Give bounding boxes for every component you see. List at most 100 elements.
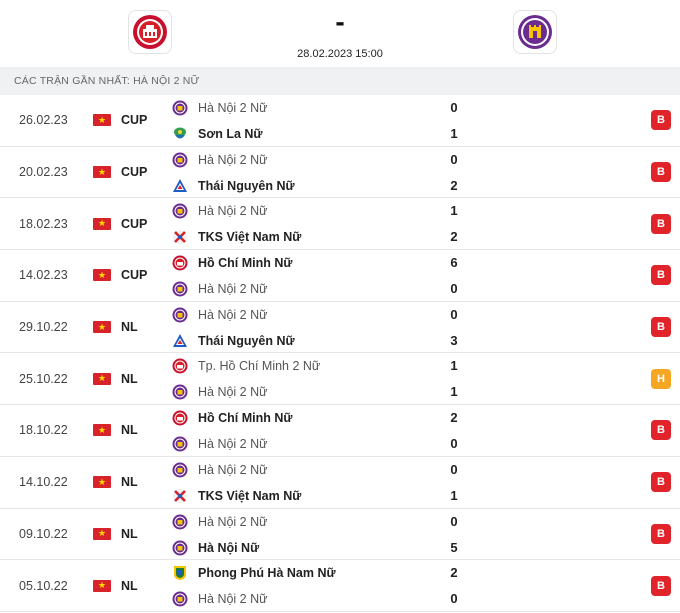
away-score: 2: [450, 177, 458, 193]
tks-logo-icon: [171, 229, 188, 246]
home-team[interactable]: Hà Nội 2 Nữ: [171, 305, 268, 325]
away-score: 3: [450, 332, 458, 348]
home-score: 0: [450, 151, 458, 167]
match-row[interactable]: 18.02.23 ★ CUP Hà Nội 2 Nữ TKS Việt Nam …: [0, 198, 680, 251]
hanoi-logo-icon: [171, 591, 188, 608]
away-team[interactable]: Hà Nội 2 Nữ: [171, 434, 268, 454]
competition-label: NL: [121, 526, 138, 541]
competition-label: NL: [121, 475, 138, 490]
match-row[interactable]: 25.10.22 ★ NL Tp. Hồ Chí Minh 2 Nữ Hà Nộ…: [0, 353, 680, 406]
competition-label: CUP: [121, 165, 148, 180]
competition-label: NL: [121, 423, 138, 438]
match-row[interactable]: 14.10.22 ★ NL Hà Nội 2 Nữ TKS Việt Nam N…: [0, 456, 680, 509]
hcm-logo-icon: [171, 255, 188, 272]
result-badge: H: [651, 368, 671, 389]
away-team[interactable]: Hà Nội 2 Nữ: [171, 589, 268, 609]
result-badge: B: [651, 213, 671, 234]
home-team-name: Phong Phú Hà Nam Nữ: [198, 566, 336, 581]
home-score: 0: [450, 100, 458, 115]
hanoi-logo-icon: [171, 513, 188, 530]
home-team[interactable]: Hà Nội 2 Nữ: [171, 150, 268, 170]
match-row[interactable]: 20.02.23 ★ CUP Hà Nội 2 Nữ Thái Nguyên N…: [0, 146, 680, 199]
thainguyen-logo-icon: [171, 332, 188, 349]
home-team[interactable]: Tp. Hồ Chí Minh 2 Nữ: [171, 356, 320, 376]
away-team-name: Hà Nội 2 Nữ: [198, 282, 268, 297]
home-team-name: Hồ Chí Minh Nữ: [198, 256, 293, 271]
recent-matches-list: 26.02.23 ★ CUP Hà Nội 2 Nữ Sơn La Nữ 0 1…: [0, 95, 680, 612]
hanoi-logo-icon: [171, 281, 188, 298]
hanoi-logo-icon: [171, 306, 188, 323]
home-team[interactable]: Hồ Chí Minh Nữ: [171, 253, 292, 273]
away-team-name: Hà Nội 2 Nữ: [198, 592, 268, 607]
home-score: 1: [450, 358, 458, 374]
competition-label: CUP: [121, 268, 148, 283]
away-score: 1: [450, 126, 458, 141]
result-badge: B: [651, 472, 671, 493]
away-team[interactable]: Thái Nguyên Nữ: [171, 176, 295, 196]
away-team[interactable]: TKS Việt Nam Nữ: [171, 486, 301, 506]
away-team-name: Thái Nguyên Nữ: [198, 178, 295, 193]
away-score: 0: [450, 436, 458, 452]
match-row[interactable]: 18.10.22 ★ NL Hồ Chí Minh Nữ Hà Nội 2 Nữ…: [0, 405, 680, 457]
home-score: 0: [450, 513, 458, 529]
result-badge: B: [651, 317, 671, 338]
match-row[interactable]: 29.10.22 ★ NL Hà Nội 2 Nữ Thái Nguyên Nữ…: [0, 301, 680, 354]
home-team[interactable]: Hà Nội 2 Nữ: [171, 201, 268, 221]
match-date: 09.10.22: [19, 526, 68, 541]
result-badge: B: [651, 110, 671, 131]
away-team-name: TKS Việt Nam Nữ: [198, 230, 302, 245]
home-team[interactable]: Hà Nội 2 Nữ: [171, 460, 268, 480]
hanoi-logo-icon: [171, 436, 188, 453]
away-score: 1: [450, 384, 458, 400]
vietnam-flag-icon: ★: [93, 321, 111, 334]
away-team[interactable]: Hà Nội 2 Nữ: [171, 279, 268, 299]
phongphu-logo-icon: [171, 565, 188, 582]
match-date: 18.02.23: [19, 216, 68, 231]
match-row[interactable]: 14.02.23 ★ CUP Hồ Chí Minh Nữ Hà Nội 2 N…: [0, 250, 680, 302]
home-team-name: Hà Nội 2 Nữ: [198, 101, 268, 115]
home-team[interactable]: Phong Phú Hà Nam Nữ: [171, 563, 336, 583]
home-team-name: Hà Nội 2 Nữ: [198, 204, 268, 219]
hcm-logo-icon: [171, 358, 188, 375]
away-team-logo[interactable]: [513, 10, 557, 54]
hanoi-logo-icon: [171, 384, 188, 401]
match-row[interactable]: 09.10.22 ★ NL Hà Nội 2 Nữ Hà Nội Nữ 0 5 …: [0, 508, 680, 561]
away-team[interactable]: Sơn La Nữ: [171, 124, 262, 144]
away-score: 1: [450, 487, 458, 503]
away-team[interactable]: TKS Việt Nam Nữ: [171, 227, 301, 247]
home-team[interactable]: Hà Nội 2 Nữ: [171, 512, 268, 532]
away-team[interactable]: Hà Nội Nữ: [171, 538, 259, 558]
away-score: 0: [450, 591, 458, 607]
match-date: 20.02.23: [19, 165, 68, 180]
vietnam-flag-icon: ★: [93, 269, 111, 282]
competition-label: CUP: [121, 113, 148, 128]
vietnam-flag-icon: ★: [93, 217, 111, 230]
match-row[interactable]: 05.10.22 ★ NL Phong Phú Hà Nam Nữ Hà Nội…: [0, 560, 680, 612]
home-score: 0: [450, 306, 458, 322]
match-date: 26.02.23: [19, 113, 68, 128]
away-team-name: TKS Việt Nam Nữ: [198, 488, 302, 503]
home-team[interactable]: Hà Nội 2 Nữ: [171, 98, 268, 118]
home-team[interactable]: Hồ Chí Minh Nữ: [171, 408, 292, 428]
section-title: CÁC TRẬN GẦN NHẤT: HÀ NỘI 2 NỮ: [0, 67, 680, 95]
away-team[interactable]: Thái Nguyên Nữ: [171, 331, 295, 351]
competition-label: NL: [121, 578, 138, 593]
away-score: 2: [450, 229, 458, 245]
home-team-name: Tp. Hồ Chí Minh 2 Nữ: [198, 359, 321, 374]
vietnam-flag-icon: ★: [93, 114, 111, 127]
match-date: 14.10.22: [19, 475, 68, 490]
home-team-name: Hồ Chí Minh Nữ: [198, 411, 293, 426]
match-score: -: [335, 6, 345, 37]
hanoi-logo-icon: [171, 539, 188, 556]
match-row[interactable]: 26.02.23 ★ CUP Hà Nội 2 Nữ Sơn La Nữ 0 1…: [0, 95, 680, 147]
away-team-name: Thái Nguyên Nữ: [198, 333, 295, 348]
away-team[interactable]: Hà Nội 2 Nữ: [171, 382, 268, 402]
away-team-name: Hà Nội 2 Nữ: [198, 437, 268, 452]
away-team-name: Hà Nội Nữ: [198, 540, 260, 555]
home-score: 2: [450, 410, 458, 426]
match-header: - 28.02.2023 15:00: [0, 0, 680, 67]
home-score: 2: [450, 565, 458, 581]
home-team-name: Hà Nội 2 Nữ: [198, 514, 268, 529]
vietnam-flag-icon: ★: [93, 476, 111, 489]
match-date: 25.10.22: [19, 371, 68, 386]
